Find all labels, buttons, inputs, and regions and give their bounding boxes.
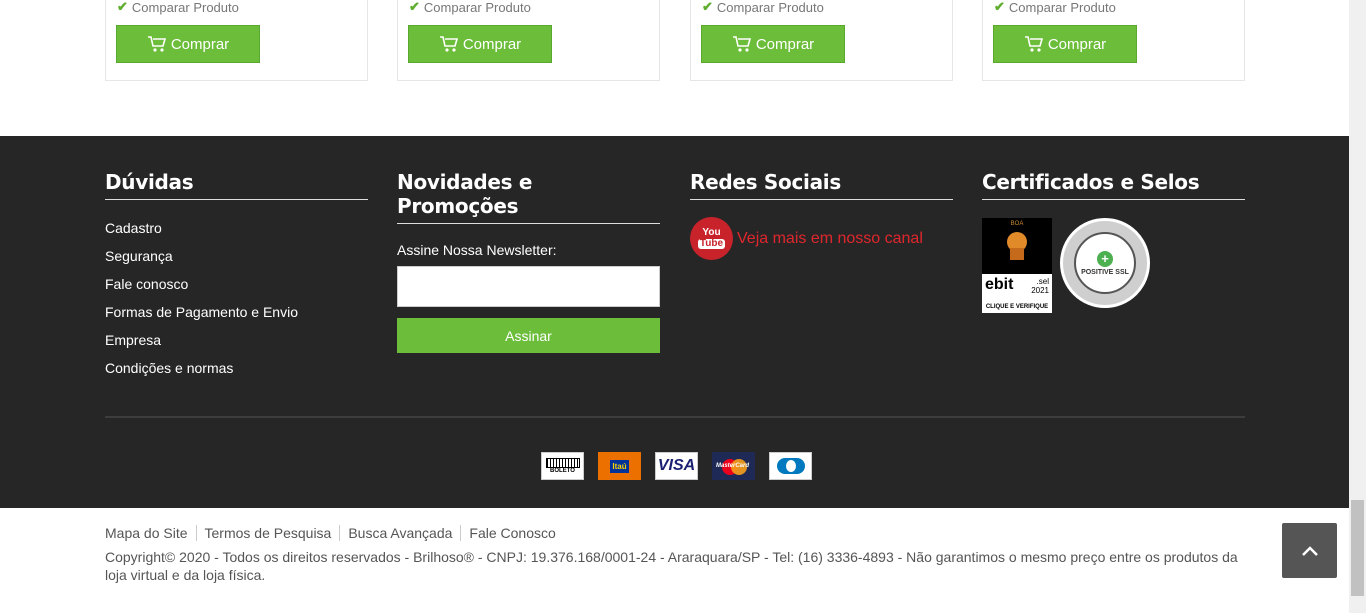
buy-button[interactable]: Comprar [701,25,845,63]
plus-shield-icon: + [1097,250,1113,267]
footer-link-fale-conosco[interactable]: Fale conosco [105,270,368,298]
boleto-icon: BOLETO [541,452,584,480]
buy-button[interactable]: Comprar [408,25,552,63]
compare-label: Comparar Produto [1008,0,1116,15]
help-column: Dúvidas Cadastro Segurança Fale conosco … [105,170,368,382]
subscribe-button[interactable]: Assinar [397,318,660,353]
ebit-rating: BOA [1010,221,1024,227]
buy-label: Comprar [755,35,815,53]
link-mapa-do-site[interactable]: Mapa do Site [105,525,196,541]
back-to-top-button[interactable] [1282,523,1337,578]
social-column: Redes Sociais You Tube Veja mais em noss… [690,170,953,260]
page: ✔ Comparar Produto Comprar ✔ Comparar Prod… [0,0,1349,613]
newsletter-label: Assine Nossa Newsletter: [397,242,557,258]
youtube-link[interactable]: You Tube Veja mais em nosso canal [690,217,953,260]
youtube-icon-bottom: Tube [697,238,726,249]
cart-icon [439,35,459,53]
check-icon: ✔ [117,0,128,14]
footer-link-cadastro[interactable]: Cadastro [105,214,368,242]
newsletter-email-input[interactable] [397,266,660,307]
buy-label: Comprar [1047,35,1107,53]
footer-link-condicoes[interactable]: Condições e normas [105,354,368,382]
visa-label: VISA [657,457,696,474]
link-busca-avancada[interactable]: Busca Avançada [339,525,460,541]
buy-label: Comprar [462,35,522,53]
cart-icon [732,35,752,53]
ebit-year-block: .sel 2021 [1031,277,1049,295]
ebit-year: 2021 [1031,286,1049,295]
scrollbar-thumb[interactable] [1351,500,1364,596]
ebit-cta: CLIQUE E VERIFIQUE [985,304,1049,310]
chevron-up-icon [1301,545,1318,556]
compare-label: Comparar Produto [423,0,531,15]
payment-methods: BOLETO Itaú VISA MasterCard [541,452,812,480]
ebit-brand: ebit [985,276,1014,293]
copyright-text: Copyright© 2020 - Todos os direitos rese… [105,549,1238,583]
newsletter-title: Novidades e Promoções [397,170,660,224]
footer-divider [105,416,1245,418]
seals-title: Certificados e Selos [982,170,1245,200]
seals-column: Certificados e Selos BOA ebit .sel 2021 C… [982,170,1245,313]
check-icon: ✔ [994,0,1005,14]
diners-logo [776,458,805,474]
ebit-seal[interactable]: BOA ebit .sel 2021 CLIQUE E VERIFIQUE [982,218,1052,313]
youtube-text: Veja mais em nosso canal [737,229,923,247]
diners-icon [769,452,812,480]
product-strip: ✔ Comparar Produto Comprar ✔ Comparar Prod… [0,0,1349,136]
check-icon: ✔ [702,0,713,14]
compare-label: Comparar Produto [716,0,824,15]
visa-icon: VISA [655,452,698,480]
buy-button[interactable]: Comprar [993,25,1137,63]
ebit-sub: .sel [1036,277,1049,286]
newsletter-column: Novidades e Promoções Assine Nossa Newsl… [397,170,660,353]
ssl-text: POSITIVE SSL [1081,268,1129,276]
cart-icon [147,35,167,53]
product-card: ✔ Comparar Produto Comprar [397,0,660,81]
itau-label: Itaú [610,459,629,473]
help-links: Cadastro Segurança Fale conosco Formas d… [105,214,368,382]
seals-row: BOA ebit .sel 2021 CLIQUE E VERIFIQUE + P… [982,218,1245,313]
buy-label: Comprar [170,35,230,53]
compare-product-link[interactable]: ✔ Comparar Produto [409,0,531,15]
product-card: ✔ Comparar Produto Comprar [690,0,953,81]
help-title: Dúvidas [105,170,368,200]
cart-icon [1024,35,1044,53]
buy-button[interactable]: Comprar [116,25,260,63]
compare-product-link[interactable]: ✔ Comparar Produto [702,0,824,15]
positive-ssl-seal[interactable]: + POSITIVE SSL [1060,218,1150,308]
itau-icon: Itaú [598,452,641,480]
compare-product-link[interactable]: ✔ Comparar Produto [117,0,239,15]
footer-link-seguranca[interactable]: Segurança [105,242,368,270]
mastercard-icon: MasterCard [712,452,755,480]
product-card: ✔ Comparar Produto Comprar [982,0,1245,81]
social-title: Redes Sociais [690,170,953,200]
compare-label: Comparar Produto [131,0,239,15]
bottom-bar: Mapa do Site Termos de Pesquisa Busca Av… [0,508,1349,613]
ribbon-icon [1010,248,1024,260]
footer: Dúvidas Cadastro Segurança Fale conosco … [0,136,1349,508]
youtube-icon-top: You [702,227,721,238]
bottom-links: Mapa do Site Termos de Pesquisa Busca Av… [105,525,564,541]
footer-link-empresa[interactable]: Empresa [105,326,368,354]
barcode-icon [545,458,580,468]
mastercard-label: MasterCard [716,463,750,469]
youtube-icon: You Tube [690,217,733,260]
link-termos-de-pesquisa[interactable]: Termos de Pesquisa [195,525,340,541]
check-icon: ✔ [409,0,420,14]
link-fale-conosco[interactable]: Fale Conosco [460,525,563,541]
ssl-inner: + POSITIVE SSL [1074,232,1136,294]
ebit-panel: ebit .sel 2021 CLIQUE E VERIFIQUE [982,274,1052,313]
compare-product-link[interactable]: ✔ Comparar Produto [994,0,1116,15]
footer-link-pagamento[interactable]: Formas de Pagamento e Envio [105,298,368,326]
product-card: ✔ Comparar Produto Comprar [105,0,368,81]
boleto-label: BOLETO [550,468,575,474]
